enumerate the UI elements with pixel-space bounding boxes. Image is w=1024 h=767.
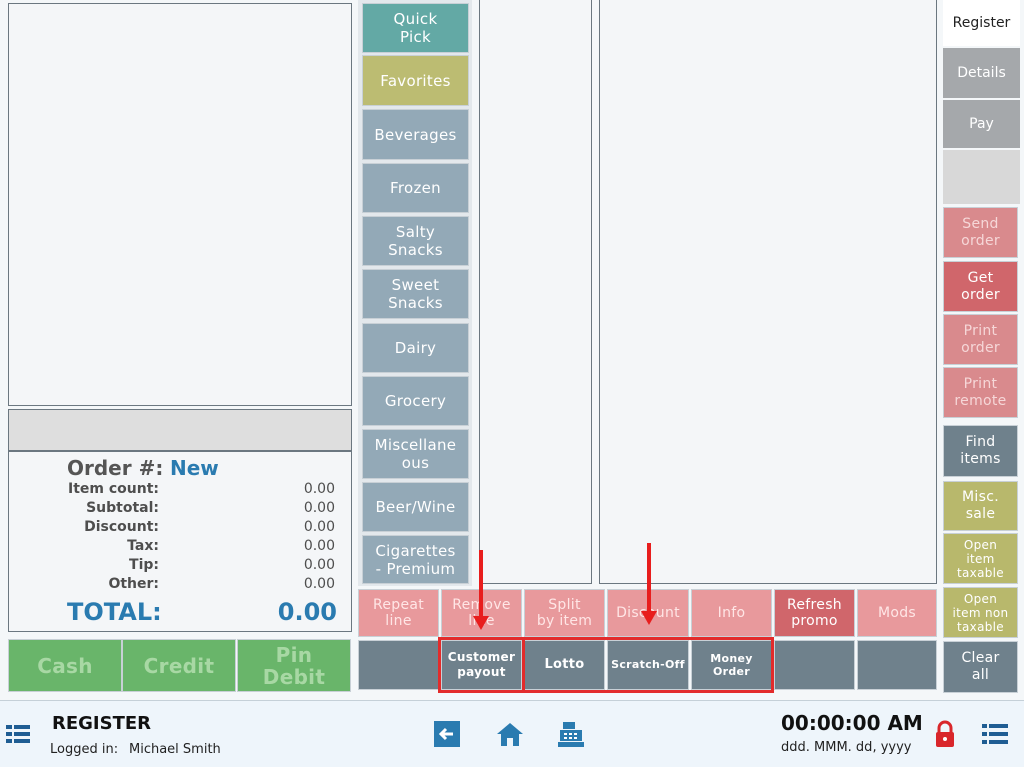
logged-in-user: Michael Smith [129,742,221,757]
home-icon[interactable] [496,721,524,747]
summary-value: 0.00 [303,519,335,535]
order-status: New [170,456,219,480]
tab-pay[interactable]: Pay [943,100,1020,148]
item-panel-left[interactable] [479,0,592,584]
status-title: REGISTER [52,713,152,734]
get-order-button[interactable]: Get order [943,261,1018,312]
clock-date: ddd. MMM. dd, yyyy [781,740,912,755]
cash-register-icon[interactable] [557,720,585,748]
summary-value: 0.00 [303,500,335,516]
print-order-button[interactable]: Print order [943,314,1018,365]
summary-label: Tip: [129,557,159,573]
summary-label: Tax: [127,538,159,554]
info-button[interactable]: Info [691,589,772,637]
customer-payout-highlight [438,637,525,693]
total-value: 0.00 [277,598,337,626]
category-button[interactable]: Grocery [362,376,469,426]
summary-value: 0.00 [303,538,335,554]
send-order-button[interactable]: Send order [943,207,1018,258]
print-remote-button[interactable]: Print remote [943,367,1018,418]
summary-label: Subtotal: [86,500,159,516]
lock-icon[interactable] [934,720,956,748]
repeat-line-button[interactable]: Repeat line [358,589,439,637]
tab-details[interactable]: Details [943,48,1020,98]
summary-value: 0.00 [303,481,335,497]
refresh-promo-button[interactable]: Refresh promo [774,589,855,637]
logged-in-label: Logged in: [50,742,119,757]
open-item-taxable-button[interactable]: Open item taxable [943,533,1018,584]
blank-action-button-3[interactable] [857,640,937,690]
scratch-arrow-shaft [647,543,651,613]
order-summary: Order #: New Item count: 0.00 Subtotal: 0.0… [8,451,352,632]
pin-debit-button[interactable]: Pin Debit [237,639,351,692]
clear-all-button[interactable]: Clear all [943,641,1018,693]
category-button[interactable]: Quick Pick [362,3,469,53]
payout-arrow-head [473,616,489,630]
credit-button[interactable]: Credit [122,639,236,692]
find-items-button[interactable]: Find items [943,425,1018,477]
category-button[interactable]: Cigarettes - Premium [362,535,469,584]
clock-time: 00:00:00 AM [781,711,923,735]
payout-arrow-shaft [479,550,483,618]
menu-icon[interactable] [6,724,30,744]
category-button[interactable]: Dairy [362,323,469,373]
mods-button[interactable]: Mods [857,589,937,637]
summary-label: Discount: [84,519,159,535]
split-by-item-button[interactable]: Split by item [524,589,605,637]
category-button[interactable]: Miscellane ous [362,429,469,479]
category-button[interactable]: Beer/Wine [362,482,469,532]
summary-value: 0.00 [303,576,335,592]
category-button[interactable]: Sweet Snacks [362,269,469,319]
back-arrow-icon[interactable] [434,721,460,747]
summary-label: Other: [108,576,159,592]
status-bar: REGISTER Logged in: Michael Smith 00:00:… [0,700,1024,767]
total-label: TOTAL: [67,598,162,626]
open-item-non-taxable-button[interactable]: Open item non taxable [943,587,1018,638]
blank-action-button-2[interactable] [774,640,855,690]
cash-button[interactable]: Cash [8,639,122,692]
category-button[interactable]: Salty Snacks [362,216,469,266]
tab-register[interactable]: Register [943,0,1020,46]
summary-label: Item count: [68,481,159,497]
scratch-arrow-head [641,611,657,625]
blank-action-button[interactable] [358,640,439,690]
list-icon[interactable] [982,723,1008,745]
misc-sale-button[interactable]: Misc. sale [943,481,1018,531]
summary-value: 0.00 [303,557,335,573]
order-number-label: Order #: [67,456,164,480]
lotto-group-highlight [522,637,774,693]
category-button[interactable]: Beverages [362,109,469,160]
category-button[interactable]: Frozen [362,163,469,213]
item-panel-right[interactable] [599,0,937,584]
order-items-panel[interactable] [8,3,352,406]
category-button[interactable]: Favorites [362,55,469,106]
order-header-bar [8,409,352,451]
tab-spacer [943,150,1020,204]
